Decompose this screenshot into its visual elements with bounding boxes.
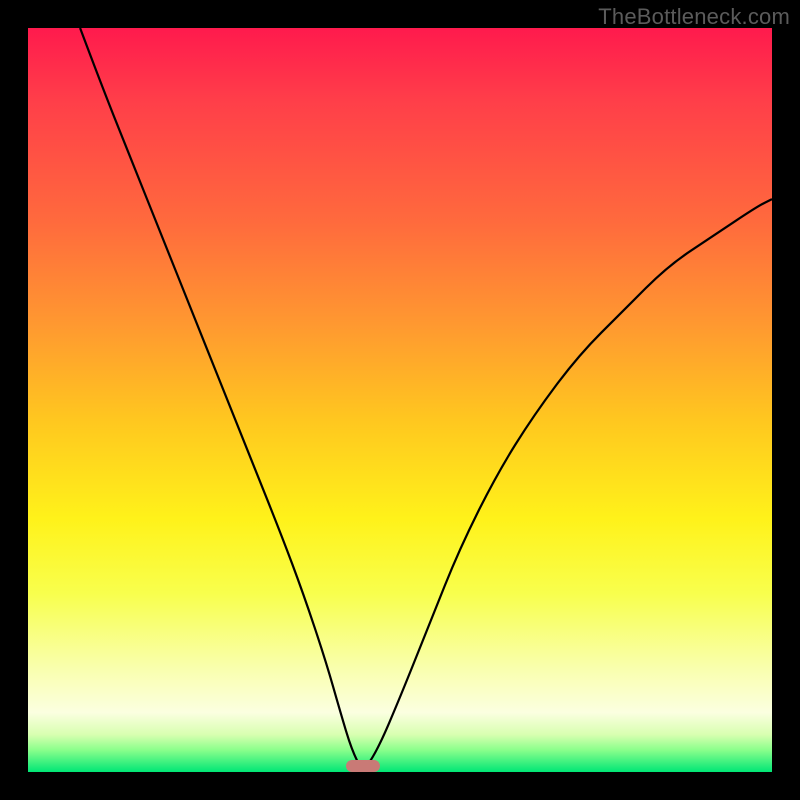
optimal-marker	[346, 760, 379, 772]
curve-path	[80, 28, 772, 766]
bottleneck-curve	[28, 28, 772, 772]
plot-area	[28, 28, 772, 772]
watermark-text: TheBottleneck.com	[598, 4, 790, 30]
chart-frame: TheBottleneck.com	[0, 0, 800, 800]
